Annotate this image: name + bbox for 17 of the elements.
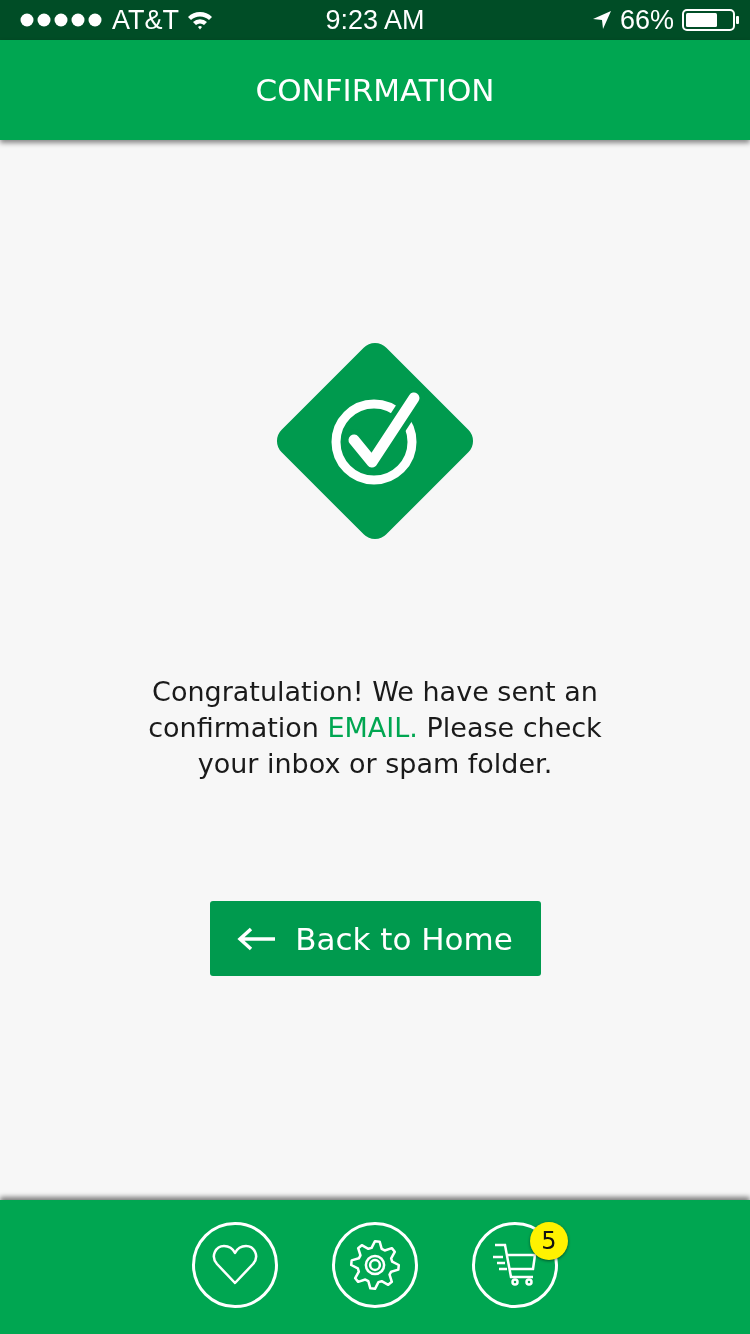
settings-button[interactable] xyxy=(332,1222,418,1308)
cart-icon xyxy=(491,1243,539,1287)
status-time: 9:23 AM xyxy=(325,4,425,36)
carrier-name: AT&T xyxy=(112,4,179,36)
confirmation-message: Congratulation! We have sent an confirmation EMAIL. Please check your inbox or spam folder. xyxy=(147,675,603,781)
cart-count-badge: 5 xyxy=(530,1222,568,1260)
favorites-button[interactable] xyxy=(192,1222,278,1308)
wifi-icon xyxy=(187,10,213,30)
page-title: CONFIRMATION xyxy=(255,72,495,108)
back-to-home-button[interactable]: Back to Home xyxy=(209,901,541,976)
battery-icon xyxy=(682,9,740,31)
signal-icon xyxy=(20,13,104,27)
back-arrow-icon xyxy=(237,926,278,951)
battery-percent: 66% xyxy=(619,4,674,36)
settings-icon xyxy=(347,1237,403,1293)
location-arrow-icon xyxy=(591,10,612,30)
heart-icon xyxy=(212,1244,258,1286)
